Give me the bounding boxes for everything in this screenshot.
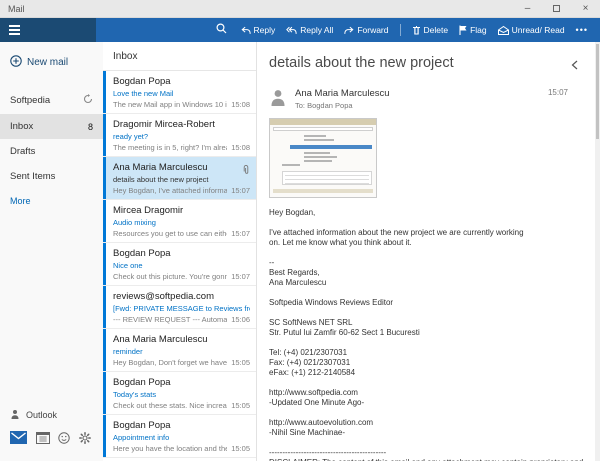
search-icon[interactable] [215,21,227,39]
more-options-icon[interactable]: ••• [576,25,588,35]
message-row[interactable]: Bogdan Popa Appointment info Here you ha… [103,415,256,458]
sidebar-footer: Outlook [0,401,103,461]
reading-pane: details about the new project Ana Maria … [257,42,600,461]
new-mail-label: New mail [27,57,69,68]
app-switcher [0,431,103,461]
unread-indicator [103,243,106,285]
email-subject: details about the new project [269,55,454,71]
sync-icon [83,94,93,107]
unread-indicator [103,157,106,199]
attachment-thumbnail[interactable] [269,118,377,198]
minimize-button[interactable]: – [513,0,542,17]
account-outlook-label: Outlook [26,410,58,420]
account-name: Softpedia [10,95,51,106]
sidebar: New mail Softpedia Inbox 8 Drafts Sent I… [0,42,103,461]
email-sender-name: Ana Maria Marculescu [295,88,390,99]
reply-icon [240,26,251,35]
unread-indicator [103,114,106,156]
unread-indicator [103,286,106,328]
unread-indicator [103,71,106,113]
title-bar: Mail – × [0,0,600,18]
reply-button[interactable]: Reply [240,25,275,35]
message-list-header: Inbox [103,42,256,71]
account-outlook[interactable]: Outlook [0,401,103,431]
toolbar-folder-section [0,18,97,42]
unread-indicator [103,200,106,242]
message-row[interactable]: Ana Maria Marculescu reminder Hey Bogdan… [103,329,256,372]
feedback-smiley-icon[interactable] [58,431,71,449]
unread-indicator [103,372,106,414]
sidebar-more-link[interactable]: More [0,189,103,213]
unread-read-button[interactable]: Unread/ Read [497,25,565,35]
hamburger-menu-icon[interactable] [9,25,20,35]
email-recipient: To: Bogdan Popa [295,101,353,110]
close-button[interactable]: × [571,0,600,17]
sidebar-account[interactable]: Softpedia [0,87,103,114]
reply-all-icon [286,26,297,35]
folder-label: Sent Items [10,171,56,182]
message-row[interactable]: Bogdan Popa Today's stats Check out thes… [103,372,256,415]
unread-indicator [103,415,106,457]
sidebar-item-inbox[interactable]: Inbox 8 [0,114,103,139]
window-title: Mail [8,3,25,14]
person-icon [10,409,20,421]
message-row[interactable]: Bogdan Popa Nice one Check out this pict… [103,243,256,286]
toolbar: Reply Reply All Forward Delete Flag Unre… [0,18,600,42]
toolbar-actions: Reply Reply All Forward Delete Flag Unre… [240,18,600,42]
main-content: New mail Softpedia Inbox 8 Drafts Sent I… [0,42,600,461]
avatar [269,88,287,106]
trash-icon [412,25,421,35]
sidebar-item-sent-items[interactable]: Sent Items [0,164,103,189]
reply-all-button[interactable]: Reply All [286,25,333,35]
email-body: Hey Bogdan, I've attached information ab… [269,208,583,461]
message-row-selected[interactable]: Ana Maria Marculescu details about the n… [103,157,256,200]
message-row[interactable]: Mircea Dragomir Audio mixing Resources y… [103,200,256,243]
unread-indicator [103,329,106,371]
scrollbar[interactable] [595,42,600,461]
mail-app-icon[interactable] [10,431,27,449]
delete-button[interactable]: Delete [412,25,448,35]
maximize-icon [553,5,560,12]
unread-count-badge: 8 [87,121,93,132]
calendar-app-icon[interactable] [35,431,50,449]
message-list: Inbox Bogdan Popa Love the new Mail The … [103,42,257,461]
toolbar-divider [399,24,401,36]
folder-label: Inbox [10,121,34,132]
attachment-paperclip-icon [243,162,249,180]
chevron-left-icon[interactable] [571,57,578,75]
maximize-button[interactable] [542,0,571,17]
forward-button[interactable]: Forward [344,25,389,35]
folder-label: Drafts [10,146,36,157]
settings-gear-icon[interactable] [79,431,91,449]
message-row[interactable]: Bogdan Popa Love the new Mail The new Ma… [103,71,256,114]
sidebar-item-drafts[interactable]: Drafts [0,139,103,164]
forward-icon [344,26,354,35]
email-time: 15:07 [547,88,568,97]
message-row[interactable]: Dragomir Mircea-Robert ready yet? The me… [103,114,256,157]
message-row[interactable]: reviews@softpedia.com [Fwd: PRIVATE MESS… [103,286,256,329]
flag-icon [459,25,467,35]
new-mail-button[interactable]: New mail [10,55,103,70]
window-controls: – × [513,0,600,17]
plus-circle-icon [10,55,22,70]
scrollbar-thumb[interactable] [596,44,599,139]
flag-button[interactable]: Flag [459,25,487,35]
envelope-icon [497,25,509,35]
toolbar-search-section [96,18,240,42]
